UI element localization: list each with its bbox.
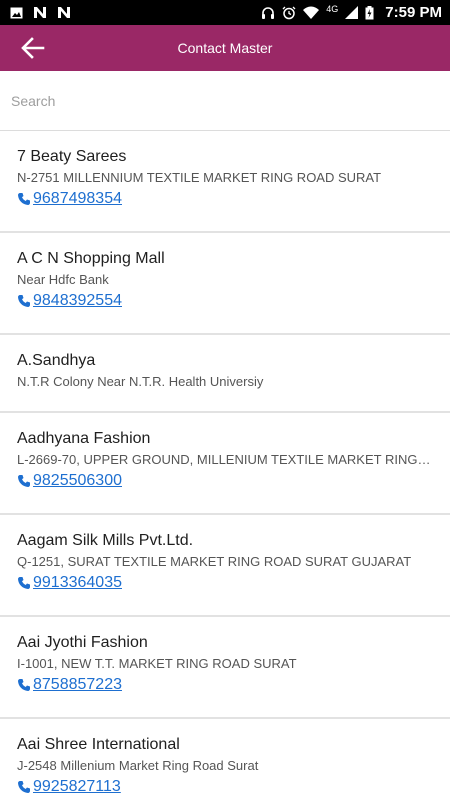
status-time: 7:59 PM <box>385 4 442 21</box>
contact-phone-link[interactable]: 9687498354 <box>17 190 122 208</box>
phone-icon <box>17 780 31 794</box>
contact-phone-number: 9913364035 <box>33 574 122 591</box>
contact-list-item[interactable]: Aai Jyothi Fashion I-1001, NEW T.T. MARK… <box>0 617 450 719</box>
status-bar-left <box>10 6 71 19</box>
image-icon <box>10 7 23 19</box>
contact-list-item[interactable]: Aadhyana Fashion L-2669-70, UPPER GROUND… <box>0 413 450 515</box>
contact-phone-number: 9848392554 <box>33 292 122 309</box>
contact-list-item[interactable]: Aai Shree International J-2548 Millenium… <box>0 719 450 800</box>
contact-address: Near Hdfc Bank <box>17 272 109 287</box>
search-input[interactable] <box>11 92 439 109</box>
contact-phone-link[interactable]: 9825506300 <box>17 472 122 490</box>
contact-phone-number: 9687498354 <box>33 190 122 207</box>
contact-list-item[interactable]: 7 Beaty Sarees N-2751 MILLENNIUM TEXTILE… <box>0 131 450 233</box>
contact-name: A.Sandhya <box>17 352 96 369</box>
status-bar: 4G 7:59 PM <box>0 0 450 25</box>
contact-address: I-1001, NEW T.T. MARKET RING ROAD SURAT <box>17 656 297 671</box>
headphones-icon <box>261 6 275 20</box>
contact-name: Aadhyana Fashion <box>17 430 151 447</box>
back-button[interactable] <box>8 25 58 71</box>
contact-phone-link[interactable]: 8758857223 <box>17 676 122 694</box>
phone-icon <box>17 294 31 308</box>
phone-icon <box>17 474 31 488</box>
contact-name: 7 Beaty Sarees <box>17 148 127 165</box>
status-bar-right: 4G 7:59 PM <box>261 4 442 21</box>
arrow-left-icon <box>21 37 45 59</box>
contact-name: Aagam Silk Mills Pvt.Ltd. <box>17 532 194 549</box>
contact-phone-link[interactable]: 9913364035 <box>17 574 122 592</box>
contact-address: Q-1251, SURAT TEXTILE MARKET RING ROAD S… <box>17 554 412 569</box>
network-type: 4G <box>326 3 339 14</box>
contact-list: 7 Beaty Sarees N-2751 MILLENNIUM TEXTILE… <box>0 131 450 800</box>
contact-address: N-2751 MILLENNIUM TEXTILE MARKET RING RO… <box>17 170 382 185</box>
contact-phone-number: 9925827113 <box>33 778 121 795</box>
contact-name: Aai Jyothi Fashion <box>17 634 148 651</box>
contact-list-item[interactable]: A C N Shopping Mall Near Hdfc Bank 98483… <box>0 233 450 335</box>
alarm-icon <box>282 6 296 20</box>
contact-phone-link[interactable]: 9848392554 <box>17 292 122 310</box>
page-title: Contact Master <box>177 40 273 56</box>
contact-address: N.T.R Colony Near N.T.R. Health Universi… <box>17 374 264 389</box>
phone-icon <box>17 678 31 692</box>
wifi-icon <box>303 6 320 19</box>
signal-icon <box>345 6 359 19</box>
n-notification-icon <box>57 6 71 19</box>
search-box <box>0 71 450 131</box>
contact-phone-number: 9825506300 <box>33 472 122 489</box>
phone-icon <box>17 576 31 590</box>
contact-name: A C N Shopping Mall <box>17 250 165 267</box>
battery-icon <box>365 5 374 20</box>
contact-address: L-2669-70, UPPER GROUND, MILLENIUM TEXTI… <box>17 452 433 467</box>
contact-address: J-2548 Millenium Market Ring Road Surat <box>17 758 259 773</box>
contact-phone-number: 8758857223 <box>33 676 122 693</box>
app-bar: Contact Master <box>0 25 450 71</box>
phone-icon <box>17 192 31 206</box>
contact-phone-link[interactable]: 9925827113 <box>17 778 121 796</box>
contact-list-item[interactable]: Aagam Silk Mills Pvt.Ltd. Q-1251, SURAT … <box>0 515 450 617</box>
n-notification-icon <box>33 6 47 19</box>
contact-list-item[interactable]: A.Sandhya N.T.R Colony Near N.T.R. Healt… <box>0 335 450 413</box>
contact-name: Aai Shree International <box>17 736 180 753</box>
